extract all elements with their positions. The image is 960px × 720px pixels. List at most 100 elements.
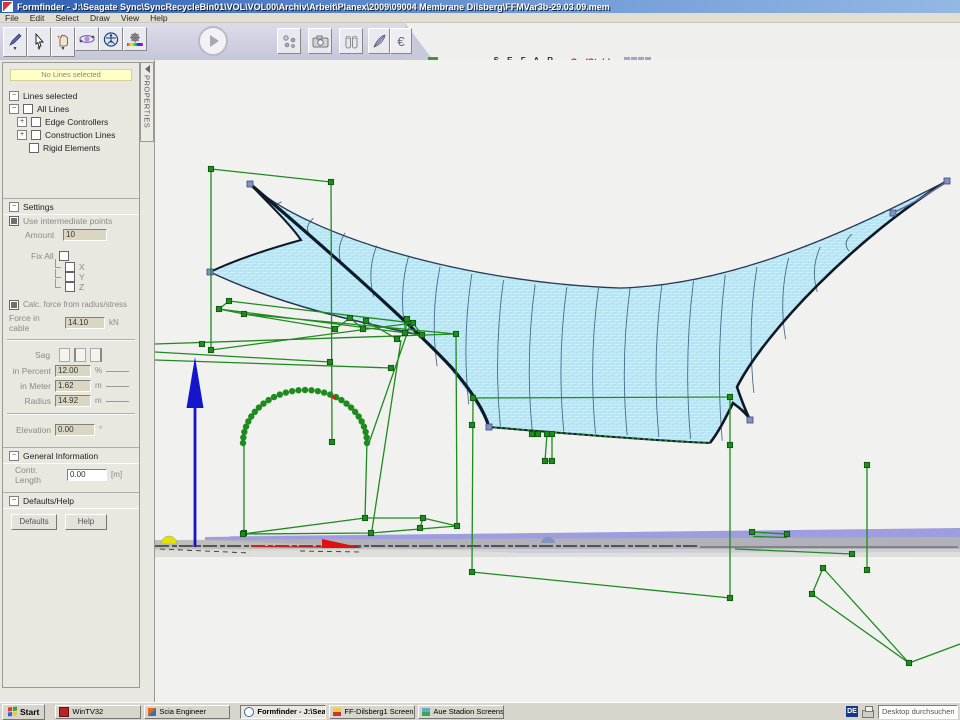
menu-view[interactable]: View (121, 13, 139, 23)
dropdown-arrow-icon: ▼ (13, 47, 18, 51)
z-axis-shaft (194, 406, 197, 547)
menu-select[interactable]: Select (55, 13, 79, 23)
sag-percent-input[interactable] (55, 365, 91, 377)
all-lines-checkbox[interactable] (23, 104, 33, 114)
use-intermediate-row: Use intermediate points (3, 214, 139, 227)
printer-tray-icon[interactable] (861, 706, 875, 717)
rigid-elements-checkbox[interactable] (29, 143, 39, 153)
camera-tool-button[interactable] (308, 28, 332, 54)
collapse-icon[interactable]: − (9, 202, 19, 212)
ground (155, 528, 960, 557)
taskbar-item-formfinder[interactable]: Formfinder - J:\Seaga... (240, 705, 326, 719)
tree-item-rigid-elements[interactable]: Rigid Elements (3, 141, 139, 154)
taskbar: Start WinTV32 Scia Engineer Formfinder -… (0, 702, 960, 720)
tree-item-all-lines[interactable]: − All Lines (3, 102, 139, 115)
properties-tab[interactable]: PROPERTIES (140, 62, 154, 142)
cost-tool-button[interactable]: € (390, 28, 412, 54)
scene-svg (155, 60, 960, 702)
tree-item-edge-controllers[interactable]: + Edge Controllers (3, 115, 139, 128)
play-icon (210, 35, 219, 47)
menu-file[interactable]: File (5, 13, 19, 23)
elevation-input[interactable] (55, 424, 95, 436)
settings-section-header[interactable]: − Settings (3, 198, 139, 214)
sag-meter-input[interactable] (55, 380, 91, 392)
amount-input[interactable] (63, 229, 107, 241)
properties-sidebar: No Lines selected − Lines selected − All… (0, 60, 155, 702)
fabric-rolls-icon (344, 34, 359, 49)
screenshot-icon (422, 708, 430, 716)
desktop-search-input[interactable] (878, 705, 958, 719)
start-button[interactable]: Start (2, 704, 45, 720)
sag-shape-button-2[interactable] (74, 348, 86, 362)
taskbar-item-scia[interactable]: Scia Engineer (144, 705, 230, 719)
points-tool-button[interactable] (277, 28, 301, 54)
language-indicator[interactable]: DE (846, 706, 858, 717)
calc-force-checkbox[interactable] (9, 300, 19, 310)
force-row: Force in cable kN (3, 311, 139, 334)
defaults-help-header[interactable]: − Defaults/Help (3, 492, 139, 508)
expand-icon[interactable]: + (17, 117, 27, 127)
fix-x-checkbox[interactable] (65, 262, 75, 272)
screenshot-icon (333, 708, 341, 716)
fix-z-row: Z (3, 282, 139, 292)
use-intermediate-checkbox[interactable] (9, 216, 19, 226)
human-scale-tool-button[interactable] (99, 27, 123, 51)
feather-icon (372, 34, 387, 49)
calc-force-row: Calc. force from radius/stress (3, 298, 139, 311)
contr-length-input[interactable] (67, 469, 107, 481)
membrane (207, 178, 950, 443)
cursor-icon (32, 33, 46, 47)
sag-shape-button-3[interactable] (90, 348, 102, 362)
grab-tool-button[interactable]: + ▼ (51, 27, 75, 57)
play-button[interactable] (198, 26, 228, 56)
expand-icon[interactable]: + (17, 130, 27, 140)
properties-strip: PROPERTIES (140, 60, 153, 702)
select-tool-button[interactable]: ▼ (27, 27, 51, 57)
properties-tab-label: PROPERTIES (143, 75, 152, 128)
fix-y-row: Y (3, 272, 139, 282)
sag-shape-button-1[interactable] (59, 348, 70, 362)
window-title: Formfinder - J:\Seagate Sync\SyncRecycle… (17, 2, 610, 12)
collapse-icon[interactable]: − (9, 451, 19, 461)
edge-controllers-checkbox[interactable] (31, 117, 41, 127)
sag-radius-input[interactable] (55, 395, 91, 407)
sag-meter-row: in Meter m (3, 378, 139, 393)
amount-row: Amount (3, 227, 139, 242)
collapse-icon[interactable]: − (9, 104, 19, 114)
elevation-row: Elevation ° (3, 422, 139, 437)
feather-tool-button[interactable] (368, 28, 390, 54)
taskbar-item-aue-stadion[interactable]: Aue Stadion Screenshot ... (418, 705, 504, 719)
menu-edit[interactable]: Edit (30, 13, 45, 23)
sag-row: Sag (3, 346, 139, 363)
fix-y-checkbox[interactable] (65, 272, 75, 282)
menu-draw[interactable]: Draw (90, 13, 110, 23)
construction-lines-checkbox[interactable] (31, 130, 41, 140)
vitruvian-man-icon (103, 32, 119, 47)
viewport-3d[interactable] (155, 60, 960, 702)
yellow-origin-marker (161, 536, 177, 544)
render-settings-tool-button[interactable] (123, 27, 147, 51)
collapse-icon[interactable]: − (9, 91, 19, 101)
toolbar: ▼ ▼ + ▼ (0, 23, 960, 60)
dotted-arch (240, 387, 370, 446)
sag-radius-row: Radius m (3, 393, 139, 408)
general-info-header[interactable]: − General Information (3, 447, 139, 463)
tree-item-construction-lines[interactable]: + Construction Lines (3, 128, 139, 141)
force-in-cable-input[interactable] (65, 317, 105, 329)
help-button[interactable]: Help (65, 514, 107, 530)
app-icon (2, 1, 13, 12)
collapse-icon[interactable]: − (9, 496, 19, 506)
taskbar-item-wintv32[interactable]: WinTV32 (55, 705, 141, 719)
x-axis-line (252, 547, 322, 548)
taskbar-item-ff-dilsberg1[interactable]: FF-Dilsberg1 Screenshot ... (329, 705, 415, 719)
menu-help[interactable]: Help (150, 13, 167, 23)
orbit-tool-button[interactable] (75, 27, 99, 51)
fix-z-checkbox[interactable] (65, 282, 75, 292)
defaults-button[interactable]: Defaults (11, 514, 57, 530)
fix-all-row: Fix All (3, 249, 139, 262)
material-rolls-tool-button[interactable] (339, 28, 363, 54)
main-content: No Lines selected − Lines selected − All… (0, 60, 960, 702)
pencil-tool-button[interactable]: ▼ (3, 27, 27, 57)
tree-root[interactable]: − Lines selected (3, 89, 139, 102)
dropdown-arrow-icon: ▼ (37, 47, 42, 51)
